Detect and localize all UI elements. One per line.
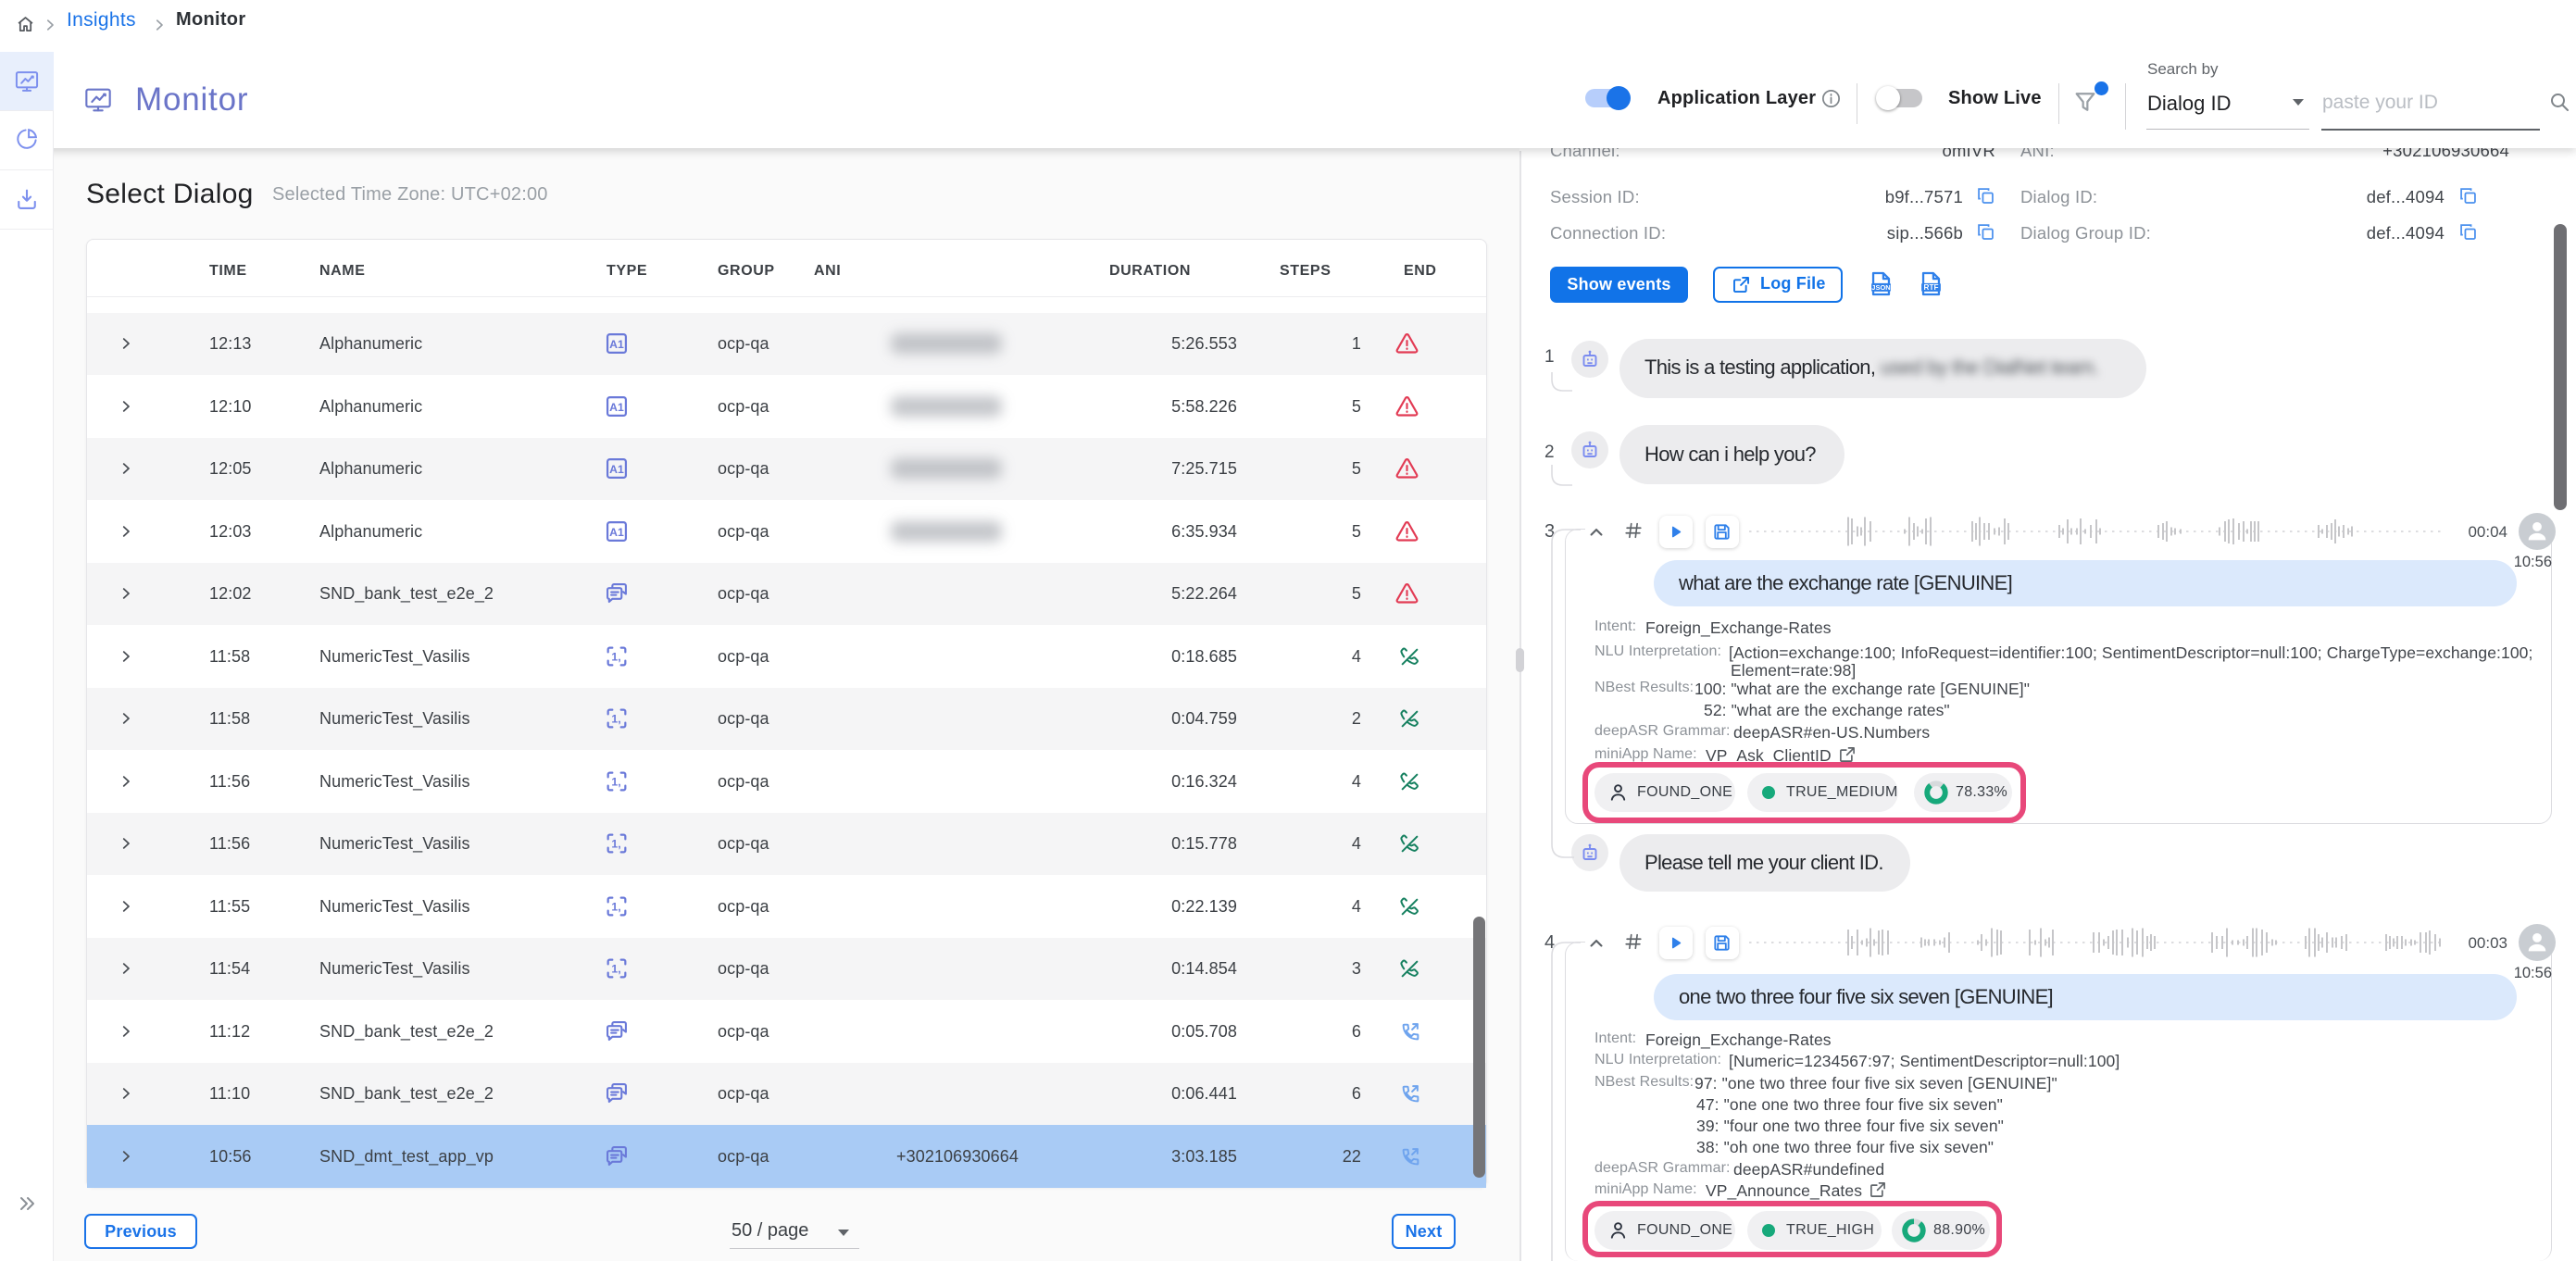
svg-text:A1: A1 — [609, 401, 624, 414]
svg-text:1,: 1, — [611, 650, 620, 663]
svg-text:JSON: JSON — [1871, 283, 1890, 292]
svg-text:1,: 1, — [611, 900, 620, 913]
svg-text:RTF: RTF — [1924, 283, 1939, 292]
svg-text:1,: 1, — [611, 713, 620, 726]
svg-text:A1: A1 — [609, 463, 624, 476]
svg-text:1,: 1, — [611, 963, 620, 976]
svg-text:1,: 1, — [611, 775, 620, 788]
svg-text:A1: A1 — [609, 526, 624, 539]
svg-text:A1: A1 — [609, 338, 624, 351]
svg-text:1,: 1, — [611, 838, 620, 851]
